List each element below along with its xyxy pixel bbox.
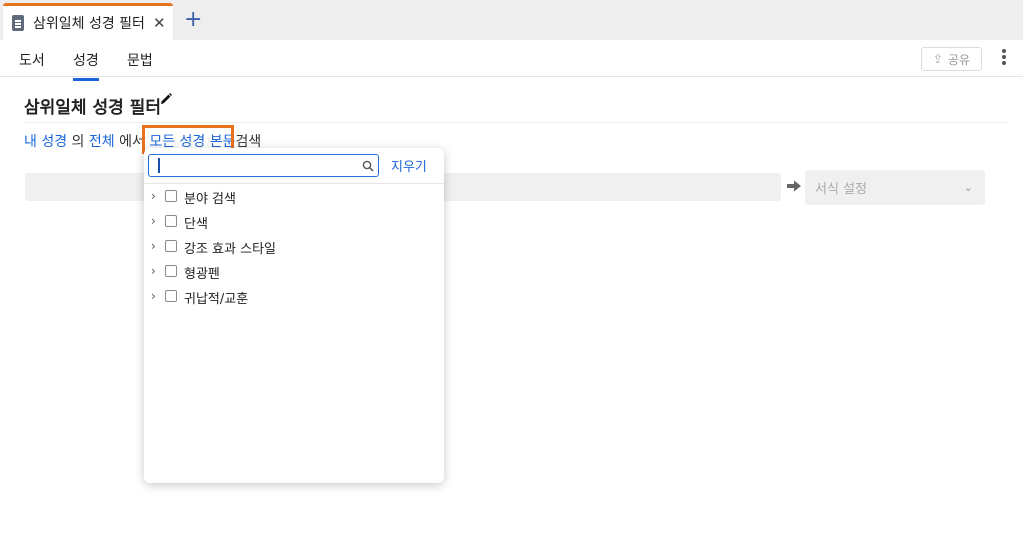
particle-from: 에서: [119, 134, 145, 150]
source-link[interactable]: 내 성경: [24, 134, 67, 150]
share-label: 공유: [947, 52, 971, 67]
subnav-item-bible[interactable]: 성경: [73, 50, 99, 81]
dropdown-search-field[interactable]: [148, 154, 379, 177]
chevron-right-icon[interactable]: ›: [151, 214, 156, 228]
close-tab-icon[interactable]: ✕: [153, 14, 166, 32]
checkbox[interactable]: [165, 290, 177, 302]
chevron-right-icon[interactable]: ›: [151, 239, 156, 253]
tree-item-inductive-lesson[interactable]: › 귀납적/교훈: [144, 286, 444, 308]
tab-strip: 삼위일체 성경 필터 ✕ +: [0, 0, 1023, 40]
dropdown-divider: [144, 183, 444, 184]
tree-item-label: 형광펜: [184, 267, 220, 282]
document-icon: [12, 15, 24, 31]
checkbox[interactable]: [165, 190, 177, 202]
tree-item-emphasis-style[interactable]: › 강조 효과 스타일: [144, 236, 444, 258]
checkbox[interactable]: [165, 240, 177, 252]
chevron-down-icon: ⌄: [963, 181, 973, 194]
new-tab-plus-icon[interactable]: +: [184, 9, 202, 31]
tree-item-highlighter[interactable]: › 형광펜: [144, 261, 444, 283]
subnav-item-books[interactable]: 도서: [19, 50, 45, 70]
edit-pencil-icon[interactable]: [159, 92, 173, 106]
checkbox[interactable]: [165, 265, 177, 277]
chevron-right-icon[interactable]: ›: [151, 189, 156, 203]
particle-of: 의: [71, 134, 85, 150]
tab-title: 삼위일체 성경 필터: [33, 16, 145, 32]
format-settings-select[interactable]: 서식 설정 ⌄: [805, 170, 985, 205]
scope-dropdown-panel: 지우기 › 분야 검색 › 단색 › 강조 효과 스타일 › 형광펜 › 귀납적…: [144, 148, 444, 483]
tree-item-label: 귀납적/교훈: [184, 292, 249, 307]
document-tab[interactable]: 삼위일체 성경 필터 ✕: [3, 3, 173, 40]
tree-item-solid-color[interactable]: › 단색: [144, 211, 444, 233]
tree-item-label: 분야 검색: [184, 192, 236, 207]
search-icon[interactable]: [362, 160, 374, 172]
share-icon: ⇪: [932, 52, 943, 66]
subnav: 도서 성경 문법 ⇪ 공유: [0, 40, 1023, 81]
chevron-right-icon[interactable]: ›: [151, 264, 156, 278]
format-settings-label: 서식 설정: [815, 182, 867, 197]
title-divider: [24, 122, 1009, 123]
page-title: 삼위일체 성경 필터: [24, 98, 161, 118]
subnav-item-grammar[interactable]: 문법: [127, 50, 153, 70]
tree-item-field-search[interactable]: › 분야 검색: [144, 186, 444, 208]
checkbox[interactable]: [165, 215, 177, 227]
arrow-right-icon: [787, 180, 801, 192]
more-options-icon[interactable]: [1002, 49, 1008, 67]
clear-button[interactable]: 지우기: [391, 156, 427, 175]
chevron-right-icon[interactable]: ›: [151, 289, 156, 303]
tree-item-label: 강조 효과 스타일: [184, 242, 276, 257]
share-button[interactable]: ⇪ 공유: [921, 47, 982, 71]
dropdown-search-input[interactable]: [149, 155, 354, 176]
tree-item-label: 단색: [184, 217, 208, 232]
range-link[interactable]: 전체: [89, 134, 115, 150]
